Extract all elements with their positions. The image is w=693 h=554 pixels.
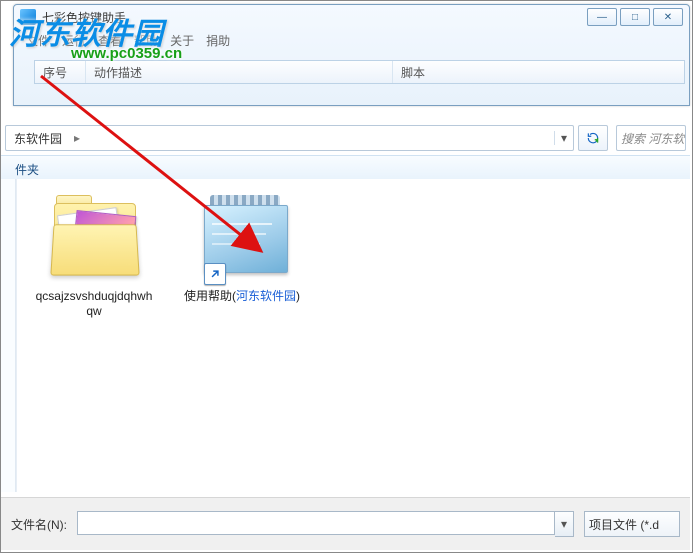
refresh-icon	[586, 131, 600, 145]
chevron-right-icon[interactable]: ▸	[70, 131, 84, 145]
file-item-folder[interactable]: qcsajzsvshduqjdqhwhqw	[35, 189, 153, 319]
file-type-filter-text: 项目文件 (*.d	[589, 516, 659, 533]
filename-input[interactable]	[77, 511, 555, 535]
bottom-bar: 文件名(N): ▾ 项目文件 (*.d	[1, 497, 690, 550]
menu-help[interactable]: 帮助	[130, 31, 162, 50]
menu-donate[interactable]: 捐助	[202, 31, 234, 50]
menu-view[interactable]: 查看	[94, 31, 126, 50]
breadcrumb-path: 东软件园	[6, 130, 70, 147]
menu-file[interactable]: 文件	[22, 31, 54, 50]
toolbar-newfolder[interactable]: 件夹	[9, 159, 45, 180]
close-button[interactable]: ✕	[653, 8, 683, 26]
title-bar: 七彩色按键助手 — □ ✕	[14, 5, 689, 29]
breadcrumb-dropdown[interactable]: ▾	[554, 131, 573, 145]
breadcrumb-bar: 东软件园 ▸ ▾ 搜索 河东软	[1, 121, 690, 155]
filename-label: 文件名(N):	[11, 516, 67, 533]
notepad-icon	[194, 189, 290, 285]
minimize-button[interactable]: —	[587, 8, 617, 26]
search-placeholder: 搜索 河东软	[621, 130, 684, 147]
menu-run[interactable]: 运行	[58, 31, 90, 50]
folder-icon	[46, 189, 142, 285]
filename-dropdown[interactable]: ▾	[555, 511, 574, 537]
filename-combo: ▾	[77, 511, 574, 537]
file-area: qcsajzsvshduqjdqhwhqw 使用帮助(河东软件园)	[1, 179, 690, 492]
file-item-label: qcsajzsvshduqjdqhwhqw	[35, 289, 153, 319]
file-item-help-shortcut[interactable]: 使用帮助(河东软件园)	[183, 189, 301, 304]
list-header: 序号 动作描述 脚本	[34, 60, 685, 84]
file-type-filter[interactable]: 项目文件 (*.d	[584, 511, 680, 537]
window-buttons: — □ ✕	[587, 8, 683, 26]
refresh-button[interactable]	[578, 125, 608, 151]
app-title: 七彩色按键助手	[42, 9, 587, 26]
col-desc[interactable]: 动作描述	[86, 61, 393, 83]
shortcut-overlay-icon	[204, 263, 226, 285]
app-icon	[20, 9, 36, 25]
menu-about[interactable]: 关于	[166, 31, 198, 50]
search-input[interactable]: 搜索 河东软	[616, 125, 686, 151]
breadcrumb[interactable]: 东软件园 ▸ ▾	[5, 125, 574, 151]
maximize-button[interactable]: □	[620, 8, 650, 26]
nav-pane[interactable]	[1, 179, 16, 492]
file-open-dialog: 东软件园 ▸ ▾ 搜索 河东软 件夹 置	[1, 121, 690, 550]
file-item-label: 使用帮助(河东软件园)	[183, 289, 301, 304]
menu-bar: 文件 运行 查看 帮助 关于 捐助	[14, 29, 689, 54]
app-window: 七彩色按键助手 — □ ✕ 文件 运行 查看 帮助 关于 捐助 序号 动作描述 …	[13, 4, 690, 106]
col-script[interactable]: 脚本	[393, 61, 684, 83]
items-pane[interactable]: qcsajzsvshduqjdqhwhqw 使用帮助(河东软件园)	[16, 179, 690, 492]
col-seq[interactable]: 序号	[35, 61, 86, 83]
